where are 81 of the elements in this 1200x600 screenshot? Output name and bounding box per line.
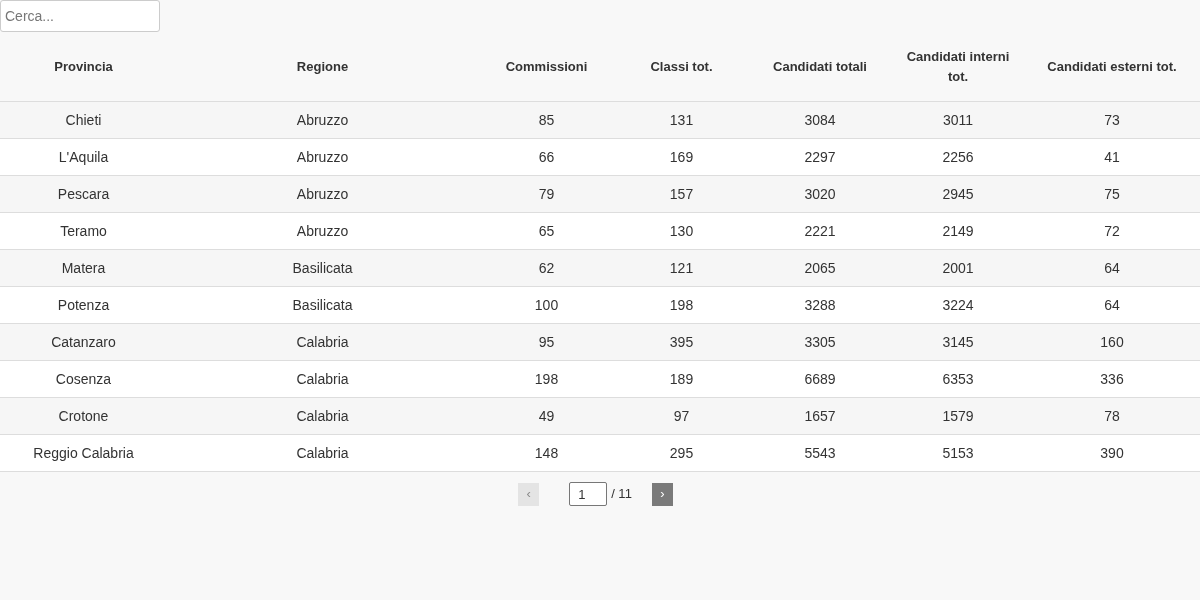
table-cell-text: 160	[1099, 332, 1125, 352]
table-cell-text: 130	[668, 221, 695, 241]
table-cell-text: 72	[1103, 221, 1121, 241]
table-cell-text: L'Aquila	[57, 147, 110, 167]
table-cell-text: 1579	[941, 406, 975, 426]
table-cell-text: 79	[537, 184, 556, 204]
table-cell-text: 395	[668, 332, 695, 352]
table-cell-text: Pescara	[56, 184, 111, 204]
table-cell-text: 1657	[803, 406, 837, 426]
table-cell-text: 336	[1099, 369, 1125, 389]
table-cell-text: 6689	[803, 369, 837, 389]
table-cell-text: Abruzzo	[295, 184, 350, 204]
table-cell-text: 390	[1099, 443, 1125, 463]
table-cell-text: 2221	[803, 221, 837, 241]
next-page-button[interactable]: ›	[651, 482, 673, 506]
table-cell-text: 97	[672, 406, 691, 426]
table-cell-text: 2001	[941, 258, 975, 278]
table-cell-text: 95	[537, 332, 556, 352]
table-cell-text: Calabria	[295, 369, 350, 389]
search-field[interactable]: Cerca...	[0, 0, 160, 32]
table-cell-text: 3020	[803, 184, 837, 204]
table-cell-text: 3305	[803, 332, 837, 352]
table-cell-text: 78	[1103, 406, 1121, 426]
table-cell-text: 41	[1103, 147, 1121, 167]
table-cell-text: Abruzzo	[295, 110, 350, 130]
table-cell-text: 49	[537, 406, 556, 426]
table-cell-text: 198	[533, 369, 560, 389]
table-cell-text: Cosenza	[54, 369, 113, 389]
column-header: Classi tot.	[649, 57, 714, 76]
column-header: Commissioni	[504, 57, 589, 76]
table-cell-text: 64	[1103, 258, 1121, 278]
column-header: Candidati totali	[772, 57, 868, 76]
table-cell-text: Reggio Calabria	[32, 443, 135, 463]
table-cell-text: 198	[668, 295, 695, 315]
table-cell-text: 66	[537, 147, 556, 167]
table-cell-text: Teramo	[59, 221, 108, 241]
table-cell-text: 3011	[941, 110, 975, 130]
table-cell-text: Calabria	[295, 332, 350, 352]
table-cell-text: Basilicata	[291, 258, 354, 278]
table-cell-text: 148	[533, 443, 560, 463]
table-cell-text: 3288	[803, 295, 837, 315]
table-cell-text: 6353	[941, 369, 975, 389]
table-cell-text: Calabria	[295, 406, 350, 426]
table-cell-text: 2256	[941, 147, 975, 167]
table-cell-text: Basilicata	[291, 295, 354, 315]
table-cell-text: Calabria	[295, 443, 350, 463]
table-cell-text: 2149	[941, 221, 975, 241]
table-cell-text: 5153	[941, 443, 975, 463]
table-cell-text: 295	[668, 443, 695, 463]
column-header: Candidati interni tot.	[905, 47, 1011, 86]
table-cell-text: Catanzaro	[50, 332, 117, 352]
table-cell-text: 2065	[803, 258, 837, 278]
table-cell-text: 3145	[941, 332, 975, 352]
table-cell-text: 64	[1103, 295, 1121, 315]
table-cell-text: 65	[537, 221, 556, 241]
table-cell-text: 85	[537, 110, 556, 130]
table-cell-text: 169	[668, 147, 695, 167]
column-header: Regione	[295, 57, 350, 76]
table-cell-text: 189	[668, 369, 695, 389]
table-cell-text: Abruzzo	[295, 147, 350, 167]
page-total: / 11	[611, 485, 632, 504]
page-number-field[interactable]: 1	[569, 482, 608, 506]
table-cell-text: 131	[668, 110, 695, 130]
table-cell-text: Chieti	[64, 110, 103, 130]
table-cell-text: 75	[1103, 184, 1121, 204]
table-cell-text: 2945	[941, 184, 975, 204]
table-cell-text: 3084	[803, 110, 837, 130]
table-cell-text: 5543	[803, 443, 837, 463]
table-cell-text: 157	[668, 184, 695, 204]
table-cell-text: Matera	[60, 258, 107, 278]
table-cell-text: Crotone	[57, 406, 110, 426]
table-cell-text: 100	[533, 295, 560, 315]
table-cell-text: Potenza	[56, 295, 111, 315]
column-header: Provincia	[53, 57, 114, 76]
table-cell-text: 73	[1103, 110, 1121, 130]
column-header: Candidati esterni tot.	[1046, 57, 1178, 76]
table-cell-text: 121	[668, 258, 695, 278]
table-cell-text: 2297	[803, 147, 837, 167]
table-cell-text: 62	[537, 258, 556, 278]
table-cell-text: Abruzzo	[295, 221, 350, 241]
table-cell-text: 3224	[941, 295, 975, 315]
